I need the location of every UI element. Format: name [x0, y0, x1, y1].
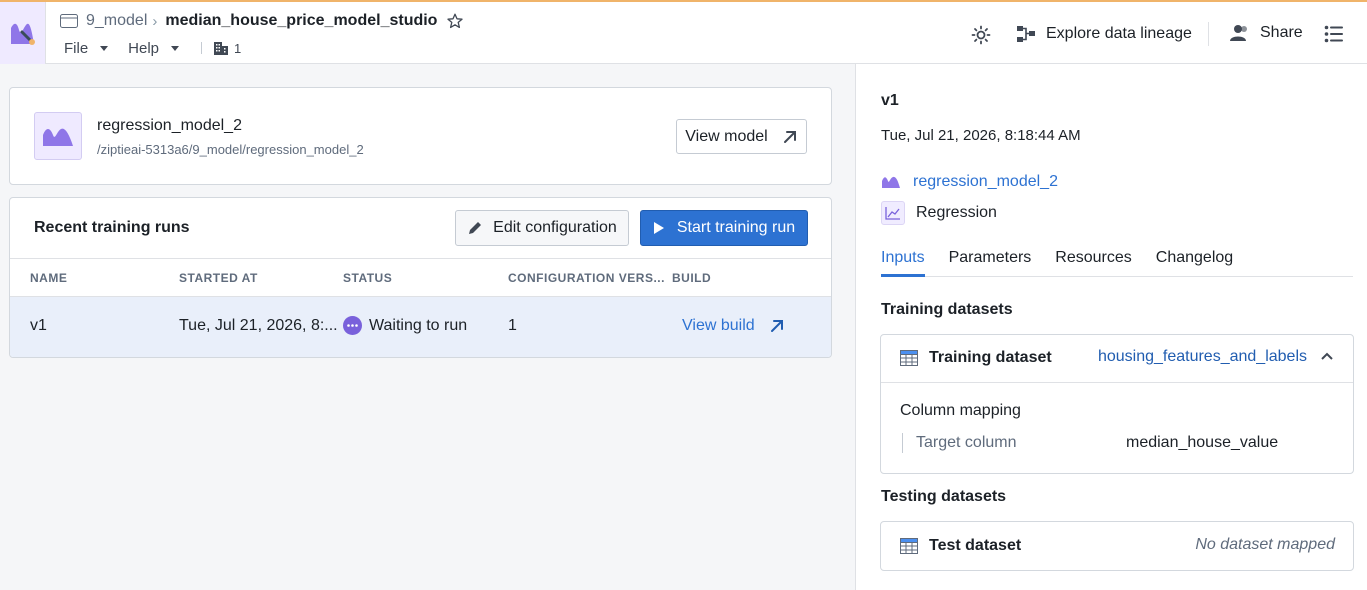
training-dataset-name: Training dataset: [929, 349, 1052, 366]
column-header-name[interactable]: NAME: [30, 271, 67, 285]
model-type: Regression: [881, 201, 997, 225]
play-icon: [653, 222, 664, 234]
list-menu-icon: [1324, 25, 1343, 43]
share-button[interactable]: Share: [1230, 24, 1303, 42]
run-details-panel: v1 Tue, Jul 21, 2026, 8:18:44 AM regress…: [855, 64, 1367, 590]
table-icon: [900, 538, 918, 554]
training-dataset-header[interactable]: Training dataset housing_features_and_la…: [881, 335, 1353, 381]
training-datasets-title: Training datasets: [881, 301, 1013, 318]
star-icon[interactable]: [447, 13, 464, 29]
pencil-icon: [469, 222, 482, 234]
view-model-label: View model: [685, 127, 768, 145]
test-dataset-card: Test dataset No dataset mapped: [880, 521, 1354, 571]
building-icon: [214, 41, 229, 55]
lineage-icon: [1017, 26, 1035, 42]
mapping-indent-line: [902, 433, 903, 453]
testing-datasets-title: Testing datasets: [881, 488, 1007, 505]
tab-parameters[interactable]: Parameters: [949, 247, 1032, 277]
start-training-run-label: Start training run: [676, 219, 796, 236]
run-status: Waiting to run: [343, 316, 467, 335]
header-divider: [1208, 22, 1209, 46]
more-menu-button[interactable]: [1324, 24, 1344, 44]
view-build-link[interactable]: View build: [682, 317, 785, 335]
model-name: regression_model_2: [97, 117, 242, 134]
arrow-top-right-icon: [783, 130, 796, 143]
menu-file-label: File: [64, 39, 89, 57]
column-header-build[interactable]: BUILD: [672, 271, 711, 285]
breadcrumb-folder[interactable]: 9_model: [86, 12, 147, 30]
page-title: median_house_price_model_studio: [165, 12, 438, 29]
column-header-configuration-version[interactable]: CONFIGURATION VERS...: [508, 271, 665, 285]
menu-file[interactable]: File: [64, 39, 109, 57]
training-dataset-card: Training dataset housing_features_and_la…: [880, 334, 1354, 474]
caret-down-icon: [171, 45, 180, 51]
tab-resources[interactable]: Resources: [1055, 247, 1131, 277]
column-header-started-at[interactable]: STARTED AT: [179, 271, 258, 285]
tab-changelog[interactable]: Changelog: [1156, 247, 1233, 277]
explore-lineage-label: Explore data lineage: [1046, 25, 1192, 42]
model-link-label: regression_model_2: [913, 173, 1058, 190]
run-started-at: Tue, Jul 21, 2026, 8:...: [179, 317, 338, 334]
breadcrumb: 9_model › median_house_price_model_studi…: [60, 10, 464, 32]
view-model-button[interactable]: View model: [676, 119, 807, 154]
explore-lineage-button[interactable]: Explore data lineage: [1016, 24, 1192, 44]
model-studio-logo-icon: [10, 23, 35, 45]
test-dataset-header[interactable]: Test dataset No dataset mapped: [881, 522, 1353, 570]
model-card: regression_model_2 /ziptieai-5313a6/9_mo…: [9, 87, 832, 185]
training-runs-card: Recent training runs Edit configuration …: [9, 197, 832, 358]
builds-indicator[interactable]: 1: [214, 41, 241, 56]
menu-bar: File Help 1: [64, 38, 241, 58]
table-row[interactable]: v1 Tue, Jul 21, 2026, 8:... Waiting to r…: [10, 297, 831, 357]
top-bar: 9_model › median_house_price_model_studi…: [0, 0, 1367, 64]
edit-configuration-button[interactable]: Edit configuration: [455, 210, 629, 246]
people-icon: [1230, 25, 1247, 41]
details-tabs: Inputs Parameters Resources Changelog: [881, 247, 1353, 277]
theme-toggle-button[interactable]: [971, 25, 991, 45]
chevron-right-icon: ›: [152, 12, 158, 30]
run-version: v1: [881, 92, 899, 109]
menu-divider: [201, 42, 203, 54]
column-header-status[interactable]: STATUS: [343, 271, 392, 285]
run-timestamp: Tue, Jul 21, 2026, 8:18:44 AM: [881, 127, 1081, 144]
menu-help-label: Help: [128, 39, 160, 57]
tab-inputs[interactable]: Inputs: [881, 247, 925, 277]
edit-configuration-label: Edit configuration: [493, 219, 617, 236]
table-icon: [900, 350, 918, 366]
build-count: 1: [234, 40, 242, 56]
start-training-run-button[interactable]: Start training run: [640, 210, 808, 246]
column-mapping-label: Column mapping: [900, 402, 1021, 419]
app-logo[interactable]: [0, 2, 46, 64]
caret-down-icon: [100, 45, 109, 51]
target-column-value: median_house_value: [1126, 434, 1279, 451]
table-header: NAME STARTED AT STATUS CONFIGURATION VER…: [10, 258, 831, 297]
model-path: /ziptieai-5313a6/9_model/regression_mode…: [97, 142, 364, 157]
arrow-top-right-icon: [770, 320, 783, 332]
menu-help[interactable]: Help: [128, 39, 180, 57]
model-thumbnail: [34, 112, 82, 160]
view-build-label: View build: [682, 317, 755, 334]
folder-icon: [60, 14, 78, 28]
model-curve-icon: [43, 128, 73, 146]
sun-icon: [971, 25, 991, 45]
scatter-chart-icon: [881, 201, 905, 225]
run-name: v1: [30, 317, 47, 334]
share-label: Share: [1260, 24, 1303, 41]
model-curve-icon: [882, 176, 900, 188]
waiting-icon: [343, 316, 362, 335]
target-column-label: Target column: [916, 434, 1017, 451]
run-config-version: 1: [508, 317, 517, 334]
chevron-up-icon[interactable]: [1321, 352, 1333, 360]
model-link[interactable]: regression_model_2: [881, 173, 1058, 191]
model-type-label: Regression: [916, 204, 997, 221]
column-mapping: Column mapping Target column median_hous…: [881, 382, 1353, 453]
test-dataset-empty: No dataset mapped: [1195, 536, 1335, 553]
training-dataset-link[interactable]: housing_features_and_labels: [1098, 348, 1307, 366]
run-status-label: Waiting to run: [369, 316, 468, 334]
section-title: Recent training runs: [34, 219, 190, 236]
test-dataset-name: Test dataset: [929, 537, 1022, 554]
